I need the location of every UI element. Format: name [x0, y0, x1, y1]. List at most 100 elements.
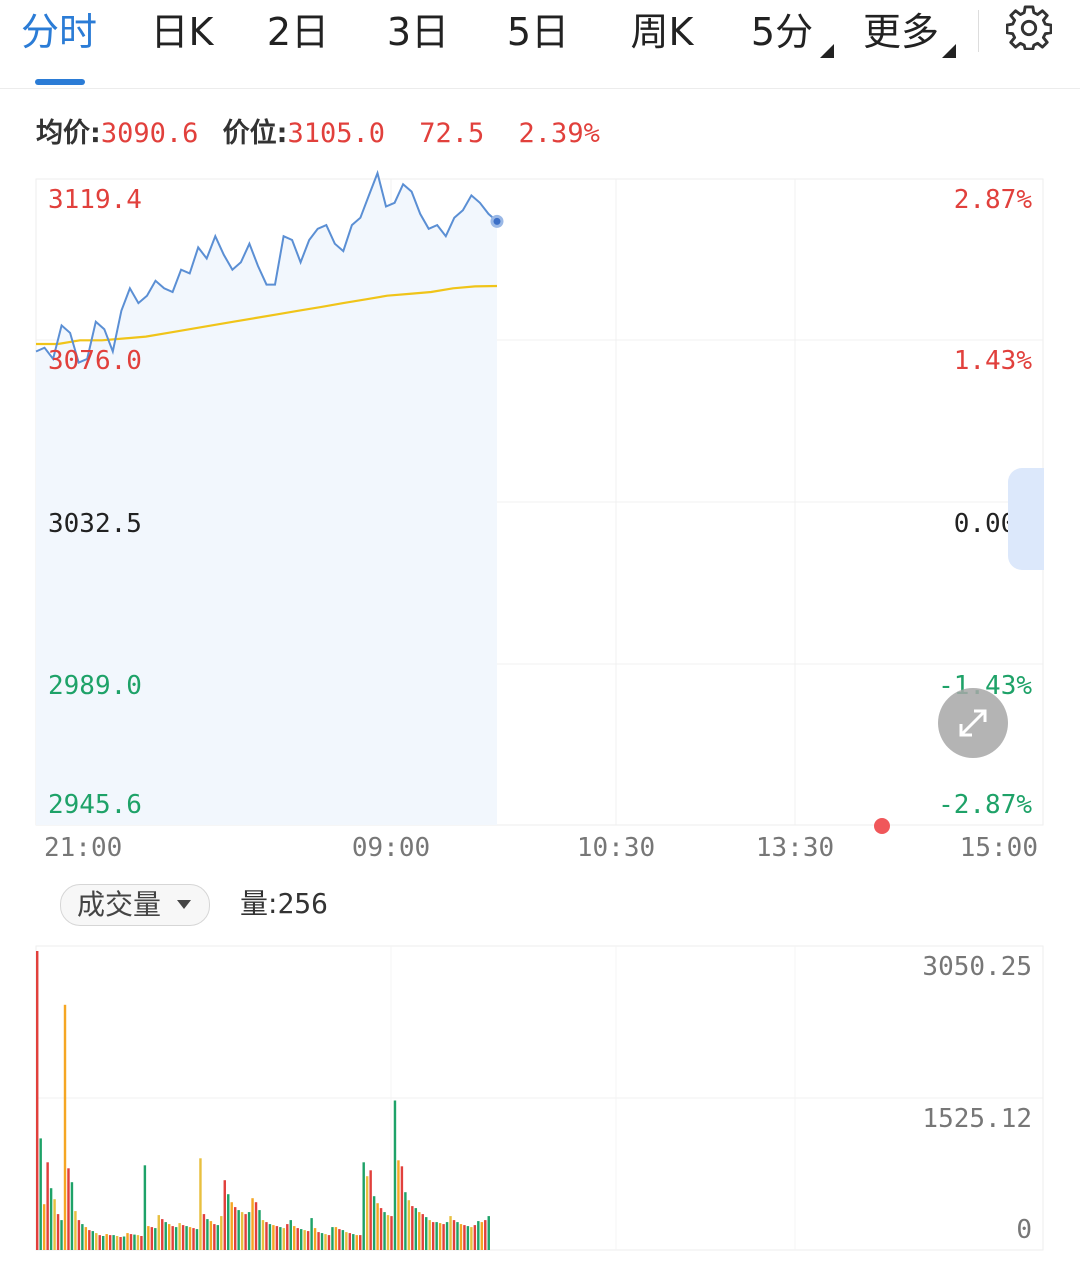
5min-dropdown-icon — [820, 44, 834, 58]
intraday-price-chart[interactable]: 3119.4 3076.0 3032.5 2989.0 2945.6 2.87%… — [0, 170, 1080, 870]
volume-bar — [379, 1208, 383, 1250]
volume-bar — [352, 1234, 355, 1250]
volume-bar — [397, 1160, 400, 1250]
price-label: 价位: — [222, 118, 288, 149]
y-tick-left: 3032.5 — [48, 509, 142, 539]
volume-bar — [275, 1226, 279, 1250]
live-indicator-dot — [874, 818, 890, 834]
volume-bar — [390, 1216, 393, 1250]
price-area-fill — [36, 173, 497, 826]
volume-bar — [313, 1228, 317, 1250]
volume-bar — [338, 1229, 341, 1250]
indicator-selector[interactable]: 成交量 — [60, 884, 210, 926]
tab-weekly-k[interactable]: 周K — [622, 6, 702, 58]
x-tick: 10:30 — [577, 833, 655, 863]
volume-bar — [192, 1228, 195, 1250]
volume-bar — [428, 1220, 431, 1250]
volume-bar — [105, 1234, 108, 1250]
y-tick-left: 2945.6 — [48, 790, 142, 820]
tab-more[interactable]: 更多 — [856, 6, 946, 58]
volume-bar — [81, 1224, 84, 1250]
volume-bar — [431, 1222, 435, 1250]
tab-5day[interactable]: 5日 — [502, 6, 574, 58]
volume-bar — [230, 1202, 233, 1250]
volume-bar — [470, 1227, 473, 1250]
volume-bar — [286, 1224, 289, 1250]
volume-bar — [154, 1228, 157, 1250]
volume-bar — [233, 1207, 237, 1250]
volume-bar — [376, 1203, 379, 1250]
volume-bar — [254, 1202, 258, 1250]
volume-bar — [268, 1224, 272, 1250]
volume-bar — [70, 1182, 74, 1250]
volume-bar — [345, 1232, 348, 1250]
volume-bar — [341, 1230, 345, 1250]
gear-icon[interactable] — [1006, 4, 1052, 50]
volume-bar — [386, 1215, 390, 1250]
price-change: 72.5 — [419, 118, 485, 149]
fullscreen-button[interactable] — [938, 688, 1008, 758]
volume-bar — [383, 1212, 386, 1250]
volume-y-tick: 3050.25 — [922, 952, 1032, 982]
volume-readout: 量:256 — [240, 884, 328, 924]
volume-bar — [327, 1235, 331, 1250]
volume-bar — [456, 1222, 459, 1250]
tab-5min[interactable]: 5分 — [742, 6, 822, 58]
period-tab-bar: 分时 日K 2日 3日 5日 周K 5分 更多 — [0, 0, 1080, 89]
volume-bar — [91, 1231, 94, 1250]
volume-bar — [167, 1224, 171, 1250]
tab-intraday[interactable]: 分时 — [14, 6, 104, 58]
volume-bar — [140, 1236, 143, 1250]
volume-y-tick: 1525.12 — [922, 1104, 1032, 1134]
volume-bar — [303, 1230, 306, 1250]
last-price-marker — [490, 214, 504, 228]
volume-bar — [452, 1220, 456, 1250]
volume-bar — [289, 1220, 292, 1250]
volume-bar — [449, 1216, 452, 1250]
volume-bar — [324, 1234, 327, 1250]
volume-bar — [407, 1200, 411, 1250]
volume-bar — [199, 1158, 202, 1250]
volume-bar — [421, 1214, 424, 1250]
volume-bar — [181, 1225, 185, 1250]
volume-bar — [98, 1235, 101, 1250]
volume-bar — [101, 1236, 105, 1250]
volume-bar — [171, 1226, 174, 1250]
volume-bar — [404, 1192, 407, 1250]
y-tick-right: -2.87% — [938, 790, 1032, 820]
volume-bar — [126, 1233, 129, 1250]
volume-bar — [115, 1236, 119, 1250]
volume-y-tick: 0 — [1016, 1215, 1032, 1245]
volume-bar — [164, 1222, 167, 1250]
volume-bar — [265, 1222, 268, 1250]
volume-bar — [240, 1212, 244, 1250]
volume-bar — [299, 1229, 303, 1250]
y-tick-right: 2.87% — [954, 185, 1033, 215]
volume-bar — [473, 1225, 477, 1250]
volume-bar — [227, 1194, 230, 1250]
y-tick-left: 3076.0 — [48, 346, 142, 376]
volume-bar — [393, 1100, 397, 1250]
side-panel-toggle[interactable] — [1008, 468, 1044, 570]
volume-bar — [293, 1226, 296, 1250]
volume-bar — [209, 1221, 213, 1250]
x-tick: 13:30 — [756, 833, 834, 863]
volume-bar — [258, 1210, 261, 1250]
volume-bar — [67, 1168, 70, 1250]
volume-bar — [445, 1222, 449, 1250]
volume-bar — [272, 1225, 275, 1250]
volume-bar — [247, 1212, 251, 1250]
volume-bar — [143, 1165, 147, 1250]
volume-bar-chart[interactable]: 3050.25 1525.12 0 — [0, 940, 1080, 1260]
volume-bar — [425, 1217, 428, 1250]
tab-daily-k[interactable]: 日K — [146, 6, 218, 58]
volume-bar — [438, 1223, 442, 1250]
volume-bar — [84, 1227, 88, 1250]
y-tick-right: 1.43% — [954, 346, 1033, 376]
tab-2day[interactable]: 2日 — [262, 6, 334, 58]
volume-bar — [206, 1219, 209, 1250]
volume-bar — [306, 1231, 310, 1250]
tab-3day[interactable]: 3日 — [382, 6, 454, 58]
volume-bar — [362, 1162, 365, 1250]
volume-bar — [202, 1214, 206, 1250]
